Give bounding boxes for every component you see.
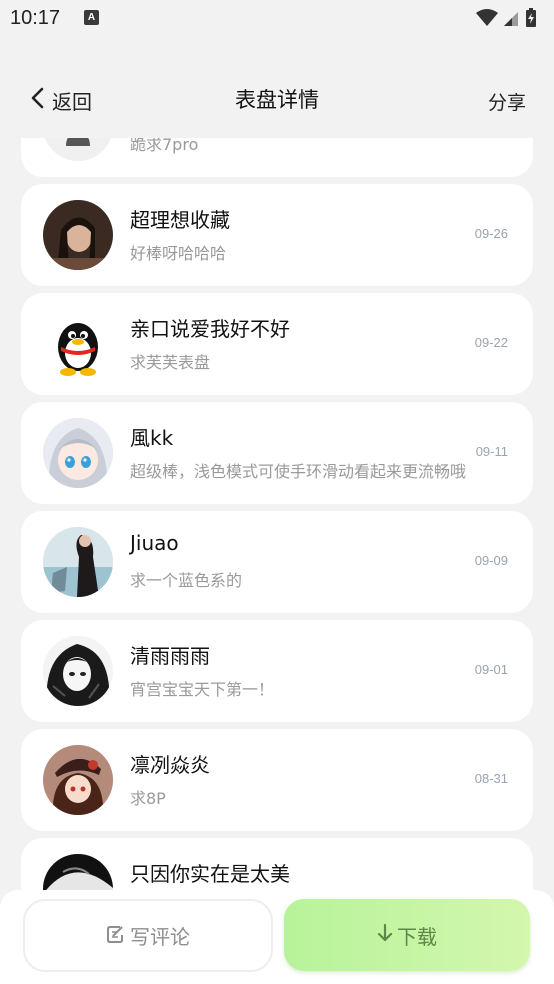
arrow-down-icon: [377, 923, 393, 948]
bottom-action-bar: 写评论 下载: [0, 890, 554, 984]
status-bar: 10:17 A: [0, 0, 554, 38]
page-title: 表盘详情: [235, 88, 319, 112]
comment-text: 宵宫宝宝天下第一！: [130, 680, 275, 699]
comment-date: 09-01: [474, 662, 508, 677]
comment-card[interactable]: 清雨雨雨 宵宫宝宝天下第一！ 09-01: [21, 620, 533, 722]
comment-text: 跪求7pro: [130, 138, 199, 154]
cellular-icon: [504, 12, 518, 26]
comment-date: 09-22: [474, 335, 508, 350]
comment-list[interactable]: 跪求7pro 10-03 超理想收藏 好棒呀哈哈哈 09-26 亲口说爱我好不好…: [0, 138, 554, 890]
write-comment-label: 写评论: [130, 925, 190, 949]
header: 返回 表盘详情 分享: [0, 38, 554, 138]
wifi-icon: [476, 9, 498, 26]
comment-text: 超级棒，浅色模式可使手环滑动看起来更流畅哦: [130, 462, 467, 481]
write-comment-button[interactable]: 写评论: [23, 899, 273, 972]
avatar-anime-hat-girl[interactable]: [43, 745, 113, 815]
comment-author: 清雨雨雨: [130, 644, 210, 668]
comment-text: 求8P: [130, 789, 166, 808]
avatar-portrait-girl[interactable]: [43, 200, 113, 270]
notification-a-icon: A: [84, 10, 99, 25]
comment-text: 求芙芙表盘: [130, 353, 211, 372]
comment-author: Jiuao: [130, 531, 179, 555]
comment-author: 只因你实在是太美: [130, 862, 290, 886]
download-button[interactable]: 下载: [284, 899, 530, 971]
comment-card[interactable]: 凛冽焱炎 求8P 08-31: [21, 729, 533, 831]
comment-card[interactable]: 只因你实在是太美: [21, 838, 533, 890]
avatar-photo-figure[interactable]: [43, 527, 113, 597]
avatar-manga-partial[interactable]: [43, 854, 113, 890]
status-time: 10:17: [10, 7, 61, 29]
comment-author: 亲口说爱我好不好: [130, 317, 290, 341]
comment-card[interactable]: 超理想收藏 好棒呀哈哈哈 09-26: [21, 184, 533, 286]
comment-date: 09-09: [474, 553, 508, 568]
comment-card[interactable]: 跪求7pro 10-03: [21, 138, 533, 177]
comment-text: 好棒呀哈哈哈: [130, 244, 227, 263]
status-icons: [474, 7, 544, 29]
share-button[interactable]: 分享: [488, 88, 526, 115]
default-user-icon[interactable]: [43, 138, 113, 161]
comment-card[interactable]: 風kk 超级棒，浅色模式可使手环滑动看起来更流畅哦 09-11: [21, 402, 533, 504]
battery-icon: [526, 8, 536, 27]
comment-author: 風kk: [130, 426, 174, 450]
comment-card[interactable]: Jiuao 求一个蓝色系的 09-09: [21, 511, 533, 613]
download-label: 下载: [397, 924, 437, 949]
edit-icon: [106, 924, 124, 948]
qq-penguin-icon[interactable]: [43, 309, 113, 379]
comment-date: 08-31: [474, 771, 508, 786]
avatar-manga-girl[interactable]: [43, 636, 113, 706]
comment-date: 09-11: [475, 444, 508, 459]
comment-author: 超理想收藏: [130, 208, 230, 232]
comment-card[interactable]: 亲口说爱我好不好 求芙芙表盘 09-22: [21, 293, 533, 395]
comment-date: 09-26: [474, 226, 508, 241]
avatar-anime-girl[interactable]: [43, 418, 113, 488]
comment-text: 求一个蓝色系的: [130, 571, 243, 590]
comment-author: 凛冽焱炎: [130, 753, 210, 777]
